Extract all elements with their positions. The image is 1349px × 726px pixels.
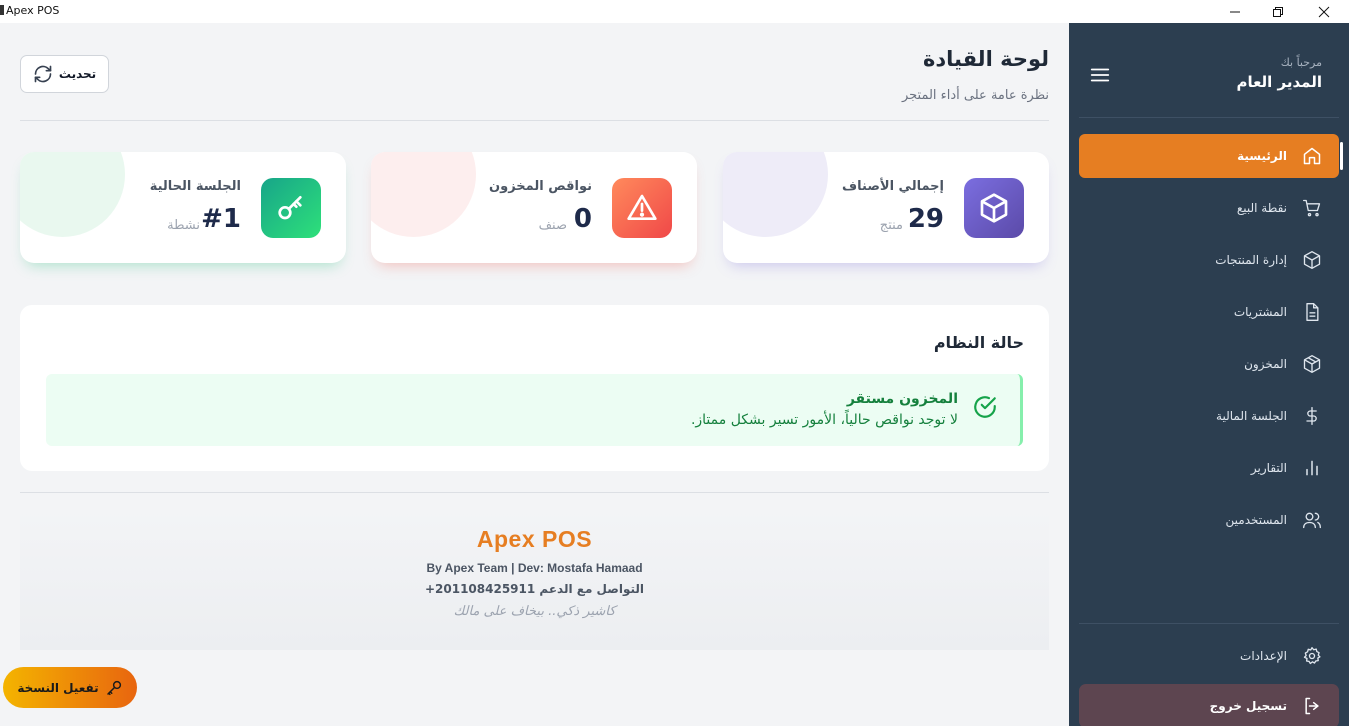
sidebar-item-label: إدارة المنتجات [1215,253,1287,267]
user-name: المدير العام [1236,73,1322,91]
alert-title: المخزون مستقر [846,391,958,407]
bar-chart-icon [1301,457,1323,479]
sidebar-item-purchases[interactable]: المشتريات [1079,290,1339,334]
card-unit: منتج [879,218,903,233]
window-title: Apex POS [0,4,59,17]
page-title: لوحة القيادة [922,47,1049,71]
app-icon [0,5,4,15]
sidebar-divider [1079,623,1339,624]
key-icon [106,680,121,695]
activate-license-button[interactable]: تفعيل النسخة [3,667,137,708]
logout-label: تسجيل خروج [1209,699,1287,713]
sidebar-item-label: المخزون [1244,357,1287,371]
sidebar-item-label: نقطة البيع [1236,201,1287,215]
stock-status-alert: المخزون مستقر لا توجد نواقص حالياً، الأم… [46,374,1023,446]
footer-divider [20,492,1049,493]
warning-icon [627,194,657,220]
home-icon [1301,145,1323,167]
sidebar-item-label: الرئيسية [1237,149,1287,163]
footer-brand: Apex POS [476,526,593,552]
close-icon [1318,6,1330,17]
sidebar-item-label: الإعدادات [1240,649,1287,663]
sidebar-item-reports[interactable]: التقارير [1079,446,1339,490]
sidebar-item-label: الجلسة المالية [1216,409,1287,423]
minimize-icon [1230,11,1240,12]
page-subtitle: نظرة عامة على أداء المتجر [901,88,1049,103]
key-icon [278,196,302,220]
sidebar: مرحباً بك المدير العام الرئيسية نقطة الب… [1069,23,1349,726]
document-icon [1301,301,1323,323]
card-unit: نشطة [167,218,200,233]
users-icon [1301,509,1323,531]
stat-card-total-items: إجمالي الأصناف 29 منتج [723,152,1049,263]
card-value: 29 [907,204,944,234]
gear-icon [1301,645,1323,667]
logout-icon [1301,695,1323,717]
sidebar-item-label: المستخدمين [1225,513,1287,527]
window-title-text: Apex POS [6,4,60,17]
hamburger-icon [1090,68,1110,82]
close-button[interactable] [1301,0,1347,23]
card-icon-box [964,178,1024,238]
footer: Apex POS By Apex Team | Dev: Mostafa Ham… [20,509,1049,650]
box-icon [980,193,1008,223]
sidebar-item-products[interactable]: إدارة المنتجات [1079,238,1339,282]
main-content: لوحة القيادة نظرة عامة على أداء المتجر ت… [0,23,1069,726]
sidebar-item-label: التقارير [1250,461,1287,475]
sidebar-divider [1079,117,1339,118]
stat-card-low-stock: نواقص المخزون 0 صنف [371,152,697,263]
check-circle-icon [974,396,996,418]
card-unit: صنف [538,218,567,233]
activate-label: تفعيل النسخة [17,680,99,695]
window-titlebar: Apex POS [0,0,1349,23]
system-status-panel: حالة النظام المخزون مستقر لا توجد نواقص … [20,305,1049,471]
card-decoration [371,152,476,237]
sidebar-item-users[interactable]: المستخدمين [1079,498,1339,542]
alert-text: لا توجد نواقص حالياً، الأمور تسير بشكل م… [690,412,958,428]
minimize-button[interactable] [1212,0,1258,23]
refresh-icon [34,65,52,83]
dollar-icon [1301,405,1323,427]
card-icon-box [612,178,672,238]
footer-support: التواصل مع الدعم 201108425911+ [424,582,645,596]
card-icon-box [261,178,321,238]
sidebar-item-inventory[interactable]: المخزون [1079,342,1339,386]
sidebar-item-home[interactable]: الرئيسية [1079,134,1343,178]
sidebar-item-label: المشتريات [1233,305,1287,319]
refresh-button[interactable]: تحديث [20,55,109,93]
card-value: 0 [573,204,592,234]
stat-card-session: الجلسة الحالية #1 نشطة [20,152,346,263]
logout-button[interactable]: تسجيل خروج [1079,684,1339,726]
header-divider [20,120,1049,121]
footer-credits: By Apex Team | Dev: Mostafa Hamaad [426,561,643,575]
card-value: #1 [201,204,241,234]
sidebar-item-financial-session[interactable]: الجلسة المالية [1079,394,1339,438]
card-label: إجمالي الأصناف [842,179,944,194]
card-label: الجلسة الحالية [149,179,241,194]
footer-tagline: كاشير ذكي.. بيخاف على مالك [453,604,616,619]
restore-icon [1273,6,1283,17]
cart-icon [1301,197,1323,219]
system-status-title: حالة النظام [933,333,1024,352]
package-icon [1301,353,1323,375]
box-icon [1301,249,1323,271]
card-decoration [20,152,125,237]
welcome-text: مرحباً بك [1280,56,1322,69]
card-label: نواقص المخزون [489,179,592,194]
menu-toggle-button[interactable] [1083,59,1117,91]
maximize-button[interactable] [1255,0,1301,23]
refresh-label: تحديث [58,67,97,81]
sidebar-item-settings[interactable]: الإعدادات [1079,634,1339,678]
card-decoration [723,152,828,237]
sidebar-item-pos[interactable]: نقطة البيع [1079,186,1339,230]
